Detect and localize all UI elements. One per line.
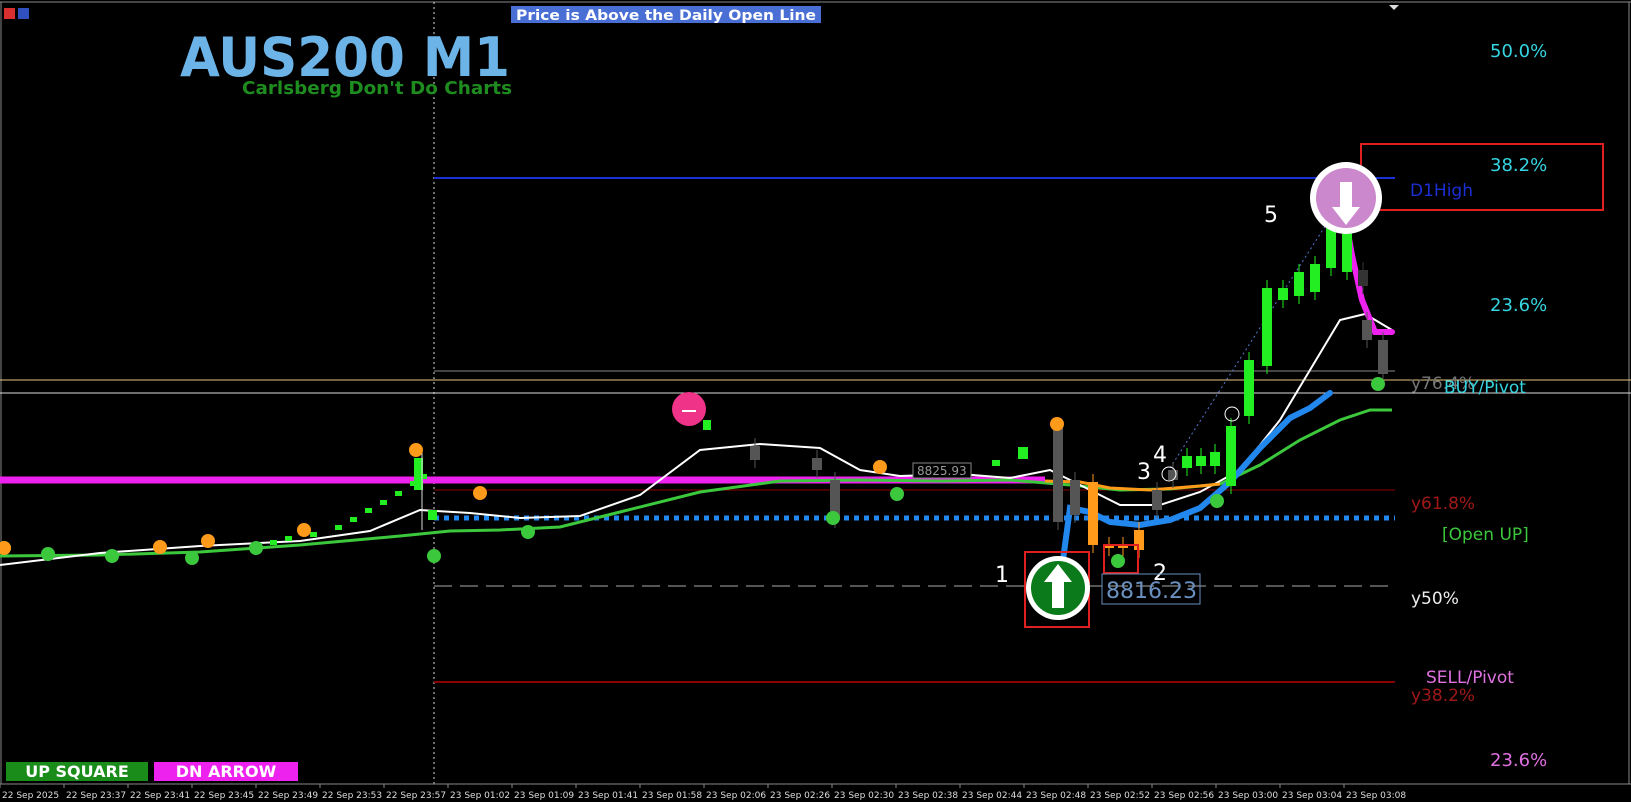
current-price-label: 8816.23 (1106, 579, 1197, 604)
time-axis-label: 23 Sep 01:02 (450, 791, 510, 801)
buy-pivot-label: BUY/Pivot (1444, 378, 1526, 398)
wave-label-5: 5 (1264, 203, 1278, 228)
time-axis-label: 23 Sep 02:06 (706, 791, 766, 801)
fib-236-low-label: 23.6% (1490, 750, 1547, 771)
chart-menu-icon[interactable] (4, 8, 15, 19)
time-axis-label: 22 Sep 23:41 (130, 791, 190, 801)
up-arrow-signal-icon (1026, 556, 1090, 620)
time-axis-label: 23 Sep 02:26 (770, 791, 830, 801)
fib-236-label: 23.6% (1490, 295, 1547, 316)
time-axis-label: 22 Sep 23:53 (322, 791, 382, 801)
time-axis-label: 23 Sep 03:08 (1346, 791, 1406, 801)
wave-label-1: 1 (995, 563, 1009, 588)
time-axis-label: 22 Sep 23:37 (66, 791, 126, 801)
wave-label-4: 4 (1153, 443, 1167, 468)
price-chart[interactable]: 50.0% 38.2% 23.6% 23.6% D1High y76.4% BU… (0, 0, 1631, 802)
time-axis-label: 23 Sep 03:00 (1218, 791, 1278, 801)
time-axis-label: 23 Sep 03:04 (1282, 791, 1342, 801)
fib-382-label: 38.2% (1490, 155, 1547, 176)
subtitle: Carlsberg Don't Do Charts (242, 78, 512, 99)
time-axis-label: 23 Sep 01:58 (642, 791, 702, 801)
time-axis-label: 22 Sep 2025 (2, 791, 59, 801)
chart-properties-icon[interactable] (18, 8, 29, 19)
pink-circle-signal-icon (672, 392, 706, 426)
open-up-label: [Open UP] (1442, 525, 1529, 545)
time-axis-label: 23 Sep 02:44 (962, 791, 1022, 801)
y382-label: y38.2% (1411, 686, 1475, 706)
y50-label: y50% (1411, 589, 1459, 609)
time-axis-label: 23 Sep 01:09 (514, 791, 574, 801)
up-square-button[interactable]: UP SQUARE (6, 762, 148, 781)
time-axis-label: 22 Sep 23:49 (258, 791, 318, 801)
wave-label-3: 3 (1137, 460, 1151, 485)
down-arrow-signal-icon (1310, 162, 1382, 234)
fib-50-label: 50.0% (1490, 41, 1547, 62)
y618-label: y61.8% (1411, 494, 1475, 514)
time-axis-label: 23 Sep 02:52 (1090, 791, 1150, 801)
time-axis-label: 23 Sep 02:30 (834, 791, 894, 801)
mid-price-label: 8825.93 (917, 464, 967, 478)
dn-arrow-button[interactable]: DN ARROW (154, 762, 298, 781)
time-axis-label: 23 Sep 02:38 (898, 791, 958, 801)
time-axis-label: 23 Sep 01:41 (578, 791, 638, 801)
time-axis-label: 23 Sep 02:56 (1154, 791, 1214, 801)
d1high-label: D1High (1410, 181, 1473, 201)
status-banner: Price is Above the Daily Open Line (516, 8, 816, 24)
time-axis-label: 22 Sep 23:45 (194, 791, 254, 801)
time-axis-label: 22 Sep 23:57 (386, 791, 446, 801)
sell-pivot-label: SELL/Pivot (1426, 668, 1514, 688)
time-axis-label: 23 Sep 02:48 (1026, 791, 1086, 801)
